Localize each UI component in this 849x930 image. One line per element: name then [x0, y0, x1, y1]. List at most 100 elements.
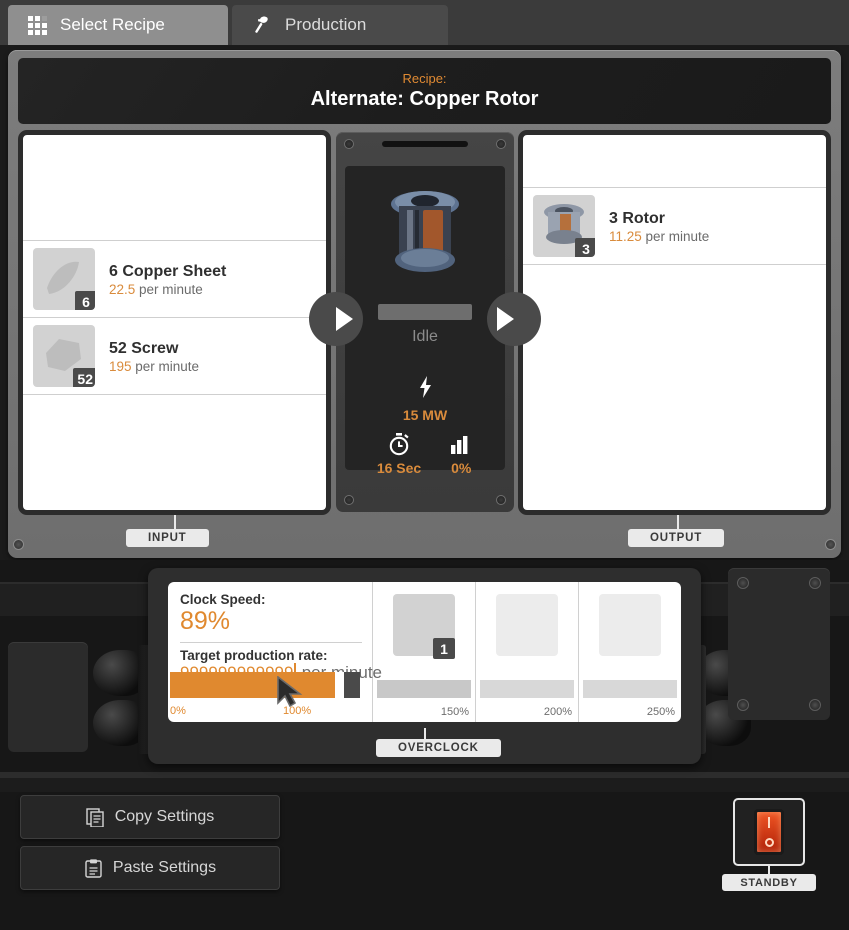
backdrop-band: [0, 778, 849, 792]
list-item[interactable]: 52 52 Screw 195 per minute: [23, 317, 326, 395]
machine-cycle-time: 16 Sec: [377, 432, 421, 476]
slider-handle[interactable]: [335, 672, 345, 698]
backdrop-bolt: [737, 699, 749, 711]
item-rate: 22.5 per minute: [109, 281, 203, 297]
item-rate: 11.25 per minute: [609, 228, 710, 244]
power-shard-percent: 200%: [543, 706, 572, 718]
machine-panel: Idle 15 MW 16 Sec 0%: [309, 132, 541, 512]
divider: [180, 641, 362, 643]
recipe-header: Recipe: Alternate: Copper Rotor: [18, 58, 831, 124]
input-tag: INPUT: [126, 529, 209, 547]
power-shard-slot-1[interactable]: 1 150%: [373, 582, 476, 722]
power-rocker-switch-icon: [754, 809, 784, 855]
tab-production[interactable]: Production: [232, 5, 448, 45]
paste-settings-button[interactable]: Paste Settings: [20, 846, 280, 890]
clock-speed-slider[interactable]: [170, 672, 360, 698]
grid-icon: [28, 15, 47, 35]
power-shard-slot-3[interactable]: 250%: [579, 582, 681, 722]
machine-power: 15 MW: [345, 376, 505, 423]
machine-efficiency: 0%: [449, 432, 473, 476]
slider-min-label: 0%: [170, 705, 186, 717]
power-shard-bar: [583, 680, 677, 698]
frame-screw: [13, 539, 24, 550]
item-name: 3 Rotor: [609, 209, 665, 227]
slider-fill: [170, 672, 340, 698]
backdrop-bolted-plate: [728, 568, 830, 720]
bar-chart-icon: [451, 436, 468, 454]
frame-screw: [825, 539, 836, 550]
page-title: Alternate: Copper Rotor: [310, 88, 539, 110]
power-shard-count: 1: [433, 638, 455, 659]
clock-speed-label: Clock Speed:: [180, 592, 266, 607]
arrow-right-icon: [497, 307, 514, 331]
overclock-connector-line: [424, 728, 426, 739]
standby-toggle[interactable]: [733, 798, 805, 866]
power-shard-percent: 150%: [440, 706, 469, 718]
power-shard-bar: [480, 680, 574, 698]
tab-select-recipe[interactable]: Select Recipe: [8, 5, 228, 45]
rotor-preview-image: [391, 191, 459, 272]
item-thumbnail: 3: [533, 195, 595, 257]
input-connector-line: [174, 515, 176, 529]
item-thumbnail: 6: [33, 248, 95, 310]
power-shard-icon: [496, 594, 558, 656]
item-count-badge: 3: [575, 238, 595, 257]
output-tag: OUTPUT: [628, 529, 725, 547]
copy-settings-label: Copy Settings: [114, 808, 215, 825]
standby-label: STANDBY: [722, 874, 816, 891]
output-connector-line: [677, 515, 679, 529]
machine-screw: [496, 139, 506, 149]
machine-screw: [496, 495, 506, 505]
machine-efficiency-value: 0%: [451, 460, 472, 476]
machine-screw: [344, 139, 354, 149]
overclock-card: Clock Speed: 89% Target production rate:…: [168, 582, 681, 722]
item-count-badge: 6: [75, 291, 95, 310]
backdrop-plate: [8, 642, 88, 752]
machine-screw: [344, 495, 354, 505]
lightning-bolt-icon: [419, 376, 431, 398]
paste-settings-label: Paste Settings: [112, 859, 217, 876]
tab-bar: Select Recipe Production: [0, 0, 849, 45]
power-shard-icon: [599, 594, 661, 656]
copy-settings-button[interactable]: Copy Settings: [20, 795, 280, 839]
document-copy-icon: [85, 807, 104, 827]
backdrop-bolt: [809, 577, 821, 589]
clock-speed-section: Clock Speed: 89% Target production rate:…: [168, 582, 382, 722]
input-panel: 6 6 Copper Sheet 22.5 per minute 52 52 S…: [18, 130, 331, 515]
arrow-right-icon: [336, 307, 353, 331]
overclock-panel: Clock Speed: 89% Target production rate:…: [148, 568, 701, 764]
item-thumbnail: 52: [33, 325, 95, 387]
target-rate-label: Target production rate:: [180, 647, 328, 663]
backdrop-bolt: [809, 699, 821, 711]
backdrop-bolt: [737, 577, 749, 589]
machine-screen: Idle 15 MW 16 Sec 0%: [345, 166, 505, 476]
machine-prev-button[interactable]: [309, 292, 363, 346]
list-item[interactable]: 3 3 Rotor 11.25 per minute: [523, 187, 826, 265]
machine-vent: [382, 141, 468, 147]
tab-select-recipe-label: Select Recipe: [60, 15, 165, 34]
stopwatch-icon: [389, 433, 409, 456]
item-count-badge: 52: [73, 368, 95, 387]
machine-next-disc: [487, 292, 541, 346]
machine-status: Idle: [412, 328, 438, 345]
machine-cycle-value: 16 Sec: [376, 460, 422, 476]
slider-max-label: 100%: [283, 705, 312, 717]
power-shard-slot-2[interactable]: 200%: [476, 582, 579, 722]
tab-production-label: Production: [285, 15, 367, 34]
output-panel: 3 3 Rotor 11.25 per minute: [518, 130, 831, 515]
machine-progress-bar: [378, 304, 472, 320]
power-shard-percent: 250%: [646, 706, 675, 718]
rocker-on-mark: [768, 817, 770, 828]
item-name: 52 Screw: [109, 339, 179, 357]
machine-power-value: 15 MW: [402, 407, 448, 423]
overclock-tag: OVERCLOCK: [376, 739, 501, 757]
rocker-off-mark: [764, 838, 774, 847]
item-rate: 195 per minute: [109, 358, 200, 374]
recipe-kicker: Recipe:: [402, 71, 447, 86]
list-item[interactable]: 6 6 Copper Sheet 22.5 per minute: [23, 240, 326, 317]
machine-next-button[interactable]: [487, 292, 541, 346]
machine-stats: 16 Sec 0%: [345, 432, 505, 476]
clock-speed-value: 89%: [180, 607, 231, 635]
power-shard-bar: [377, 680, 471, 698]
item-name: 6 Copper Sheet: [109, 262, 227, 280]
